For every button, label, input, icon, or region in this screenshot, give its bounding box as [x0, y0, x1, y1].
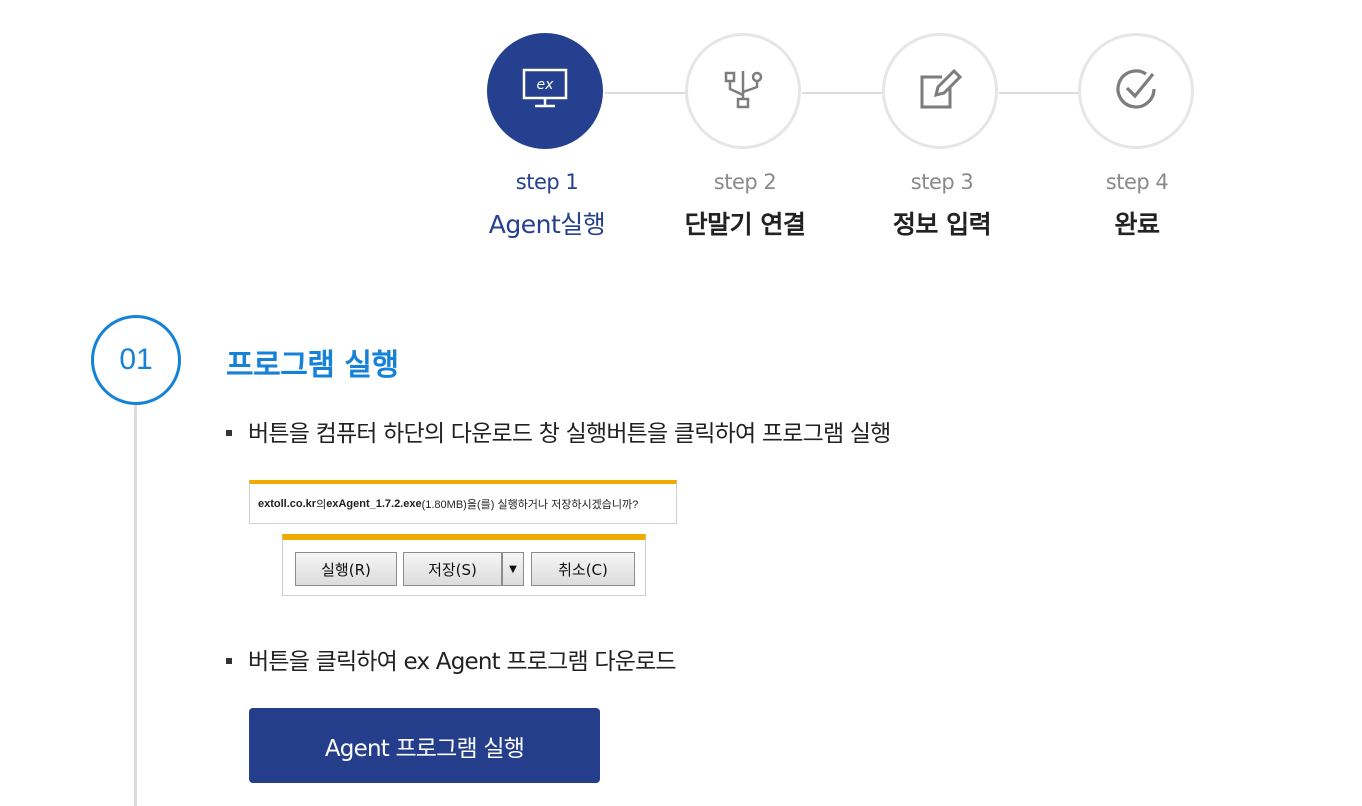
step-4-number: step 4 — [1105, 170, 1169, 194]
download-buttons-image: 실행(R) 저장(S) ▼ 취소(C) — [282, 534, 646, 596]
step-3-number: step 3 — [910, 170, 974, 194]
download-prompt-image: extoll.co.kr 의 exAgent_1.7.2.exe (1.80MB)을… — [249, 480, 677, 524]
step-1-title: Agent실행 — [488, 210, 606, 239]
step-3-title: 정보 입력 — [892, 210, 992, 239]
step-2-title: 단말기 연결 — [684, 210, 806, 239]
download-text-rest: (1.80MB)을(를) 실행하거나 저장하시겠습니까? — [421, 498, 639, 511]
section-number-badge: 01 — [91, 315, 181, 405]
monitor-ex-icon: ex — [521, 65, 569, 117]
run-button-image: 실행(R) — [295, 552, 397, 586]
step-1-circle[interactable]: ex — [487, 33, 603, 149]
step-3-circle[interactable] — [882, 33, 998, 149]
download-file-name: exAgent_1.7.2.exe — [326, 497, 422, 510]
step-1-number: step 1 — [515, 170, 579, 194]
step-2-circle[interactable] — [685, 33, 801, 149]
section-title: 프로그램 실행 — [226, 348, 399, 383]
usb-icon — [721, 67, 765, 115]
section-timeline-line — [134, 405, 137, 806]
cancel-button-image: 취소(C) — [531, 552, 635, 586]
download-domain: extoll.co.kr — [258, 497, 317, 510]
check-circle-icon — [1111, 64, 1161, 118]
step-4-circle[interactable] — [1078, 33, 1194, 149]
save-button-image: 저장(S) — [403, 552, 502, 586]
instruction-bullet-2: 버튼을 클릭하여 ex Agent 프로그램 다운로드 — [226, 642, 677, 676]
monitor-ex-text: ex — [537, 77, 555, 93]
step-connector-3 — [999, 92, 1079, 94]
download-text-mid: 의 — [316, 498, 327, 511]
step-2-number: step 2 — [713, 170, 777, 194]
save-dropdown-arrow-icon: ▼ — [502, 552, 524, 586]
step-4-title: 완료 — [1114, 210, 1160, 239]
step-connector-2 — [802, 92, 884, 94]
step-connector-1 — [605, 92, 687, 94]
agent-run-button[interactable]: Agent 프로그램 실행 — [249, 708, 600, 783]
edit-icon — [916, 65, 964, 117]
instruction-bullet-1: 버튼을 컴퓨터 하단의 다운로드 창 실행버튼을 클릭하여 프로그램 실행 — [226, 414, 891, 448]
